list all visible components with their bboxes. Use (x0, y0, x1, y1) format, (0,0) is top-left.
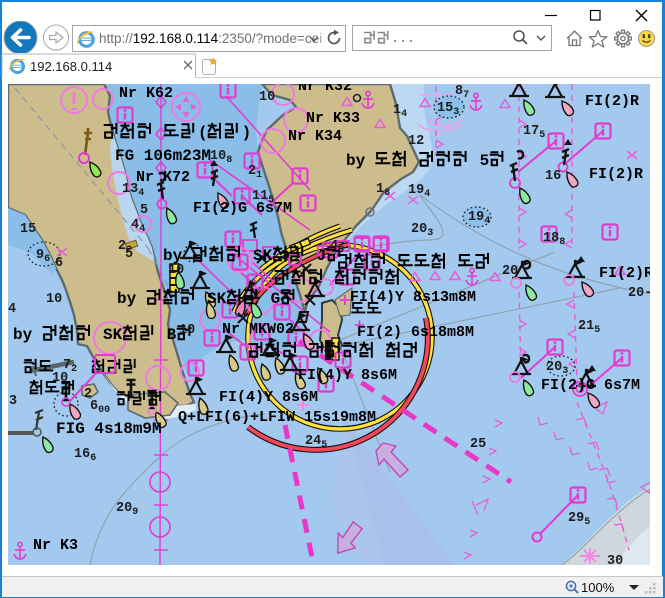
svg-text:...: ... (391, 31, 414, 46)
svg-text:30: 30 (607, 554, 623, 565)
svg-text:10: 10 (179, 323, 195, 338)
svg-text:Nr K3: Nr K3 (33, 537, 78, 554)
svg-text:15: 15 (20, 222, 36, 237)
svg-text:3: 3 (9, 394, 17, 409)
svg-text:16: 16 (545, 169, 561, 184)
svg-text:SK: SK (243, 247, 272, 265)
svg-text:): ) (242, 124, 252, 142)
svg-text:Nr K32: Nr K32 (298, 84, 352, 95)
svg-text:10: 10 (168, 263, 184, 278)
svg-text:4: 4 (8, 302, 16, 317)
svg-text:Nr MKW02: Nr MKW02 (222, 321, 294, 338)
svg-text:20: 20 (502, 264, 518, 279)
svg-text:5: 5 (125, 247, 133, 262)
svg-text:FI(2)R: FI(2)R (589, 166, 643, 183)
svg-text:10: 10 (52, 371, 68, 386)
svg-text:J: J (307, 247, 326, 265)
svg-text:by: by (117, 290, 146, 308)
svg-text:10: 10 (46, 292, 62, 307)
svg-text:Nr K72: Nr K72 (136, 169, 190, 186)
svg-text:by: by (346, 152, 375, 170)
svg-text:Nr K34: Nr K34 (288, 128, 342, 145)
svg-text:FI(2)G 6s7M: FI(2)G 6s7M (541, 377, 640, 394)
svg-text:B: B (157, 326, 177, 344)
svg-text:FI(4)Y 8s6M: FI(4)Y 8s6M (298, 367, 397, 384)
svg-text:Q+LFI(6)+LFIW 15s19m8M: Q+LFI(6)+LFIW 15s19m8M (178, 409, 376, 426)
svg-text:by: by (13, 326, 42, 344)
svg-text:Nr K33: Nr K33 (306, 110, 360, 127)
svg-text:FI(2) 6s18m8M: FI(2) 6s18m8M (357, 324, 474, 341)
svg-text:SK: SK (197, 290, 226, 308)
svg-text:FI(2)G 6s7M: FI(2)G 6s7M (193, 200, 292, 217)
svg-text:5: 5 (470, 152, 489, 170)
svg-text:SK: SK (93, 326, 122, 344)
svg-text:(: ( (198, 124, 208, 142)
svg-text:10: 10 (259, 90, 275, 105)
svg-text:FIG 4s18m9M: FIG 4s18m9M (56, 420, 162, 438)
svg-text:12: 12 (408, 134, 424, 149)
svg-text:25: 25 (470, 437, 486, 452)
svg-text:FG 106m23M: FG 106m23M (115, 147, 211, 165)
svg-text:Nr K62: Nr K62 (119, 85, 173, 102)
svg-text:FI(2)R: FI(2)R (585, 93, 639, 110)
svg-text:FI(2)R: FI(2)R (599, 265, 650, 282)
svg-text:G: G (261, 290, 280, 308)
svg-text:2: 2 (84, 387, 92, 402)
svg-text:5: 5 (140, 203, 148, 218)
svg-text:20-: 20- (628, 286, 650, 301)
svg-text:FI(4)Y 8s6M: FI(4)Y 8s6M (219, 389, 318, 406)
svg-text:6: 6 (55, 256, 63, 271)
